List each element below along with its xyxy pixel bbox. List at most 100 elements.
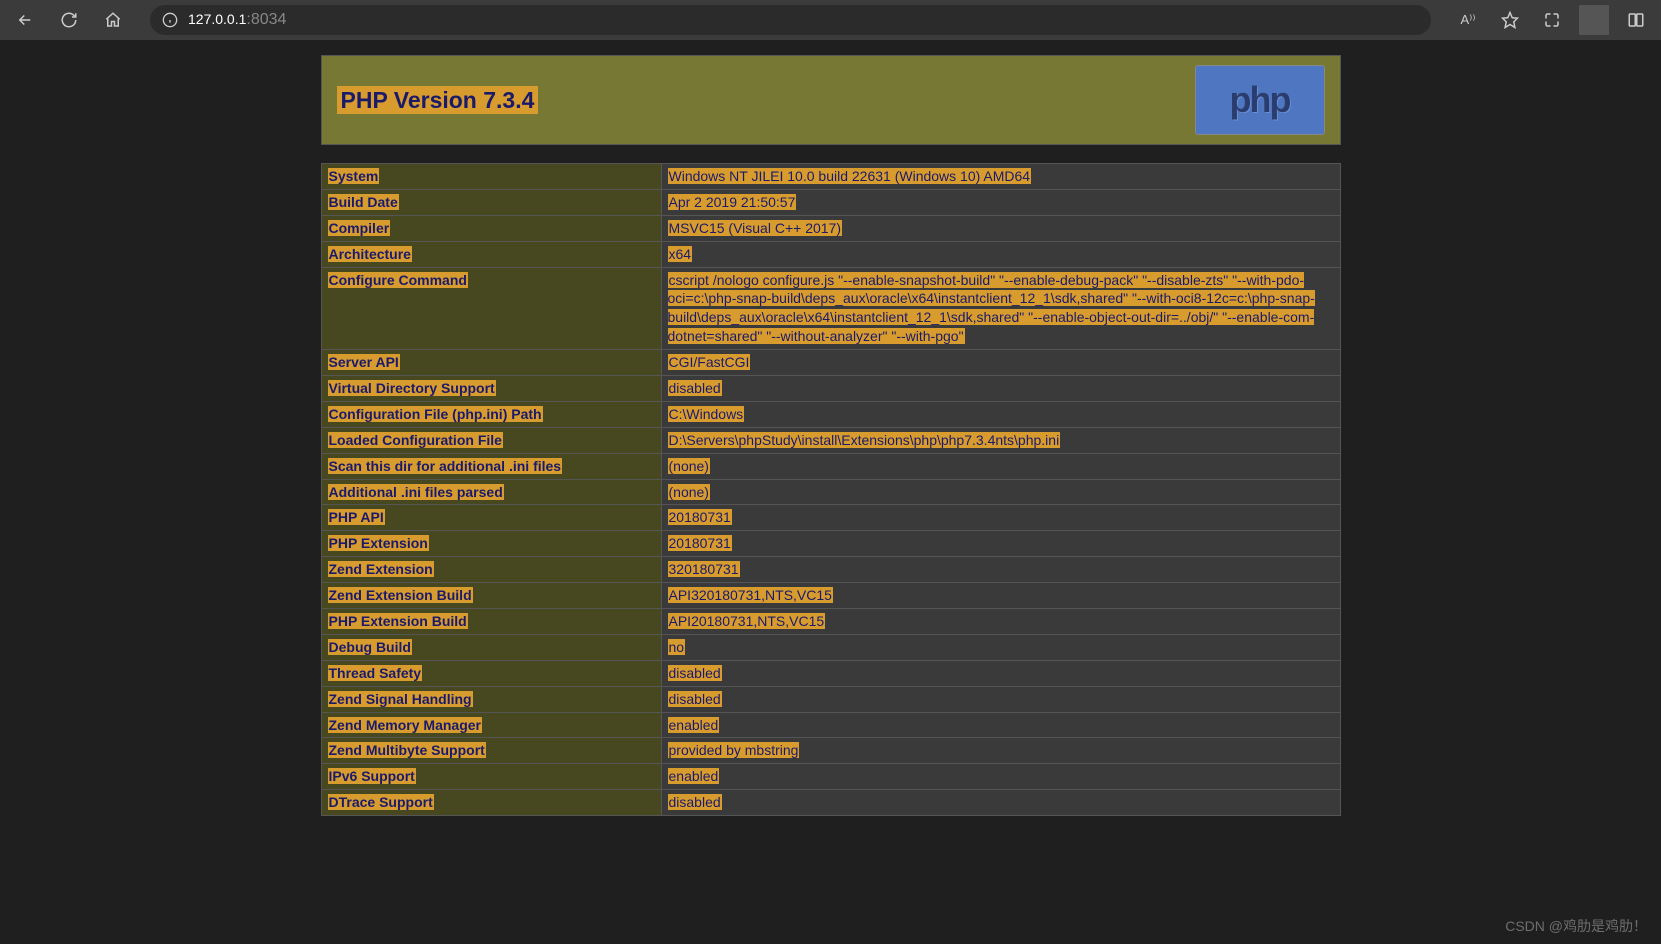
info-value: disabled [661,790,1340,816]
info-key-text: Scan this dir for additional .ini files [328,458,563,474]
favorite-button[interactable] [1495,5,1525,35]
info-value-text: C:\Windows [668,406,745,422]
table-row: Scan this dir for additional .ini files (… [321,453,1340,479]
info-key: Server API [321,350,661,376]
info-key: PHP API [321,505,661,531]
address-bar[interactable]: 127.0.0.1:8034 [150,5,1431,35]
table-row: Additional .ini files parsed (none) [321,479,1340,505]
info-key: Architecture [321,241,661,267]
table-row: Debug Build no [321,634,1340,660]
info-key-text: Debug Build [328,639,412,655]
php-logo-text: php [1230,79,1290,121]
table-row: Zend Multibyte Support provided by mbstri… [321,738,1340,764]
info-value: Windows NT JILEI 10.0 build 22631 (Windo… [661,164,1340,190]
info-value-text: MSVC15 (Visual C++ 2017) [668,220,843,236]
divider [1579,5,1609,35]
page-title: PHP Version 7.3.4 [337,86,539,114]
back-button[interactable] [10,5,40,35]
info-value: CGI/FastCGI [661,350,1340,376]
info-key-text: Configure Command [328,272,468,288]
info-key: Additional .ini files parsed [321,479,661,505]
info-value-text: D:\Servers\phpStudy\install\Extensions\p… [668,432,1061,448]
info-value-text: (none) [668,458,710,474]
info-key-text: DTrace Support [328,794,434,810]
info-key-text: PHP Extension Build [328,613,468,629]
info-key: Zend Signal Handling [321,686,661,712]
info-key-text: IPv6 Support [328,768,416,784]
read-aloud-button[interactable]: A⁾⁾ [1453,5,1483,35]
table-row: Zend Extension 320180731 [321,557,1340,583]
home-button[interactable] [98,5,128,35]
table-row: Build Date Apr 2 2019 21:50:57 [321,189,1340,215]
info-value: cscript /nologo configure.js "--enable-s… [661,267,1340,350]
php-logo[interactable]: php [1195,65,1325,135]
table-row: Configuration File (php.ini) Path C:\Wind… [321,401,1340,427]
info-key: IPv6 Support [321,764,661,790]
info-key: Loaded Configuration File [321,427,661,453]
info-value-text: cscript /nologo configure.js "--enable-s… [668,272,1315,345]
info-value: API20180731,NTS,VC15 [661,609,1340,635]
info-key-text: Zend Extension [328,561,434,577]
info-value: disabled [661,686,1340,712]
info-value: MSVC15 (Visual C++ 2017) [661,215,1340,241]
info-key-text: Zend Memory Manager [328,717,482,733]
info-value-text: API320180731,NTS,VC15 [668,587,833,603]
table-row: Configure Command cscript /nologo configu… [321,267,1340,350]
table-row: DTrace Support disabled [321,790,1340,816]
refresh-button[interactable] [54,5,84,35]
info-value: 320180731 [661,557,1340,583]
info-value: 20180731 [661,531,1340,557]
table-row: Zend Signal Handlingdisabled [321,686,1340,712]
url-port: :8034 [246,11,286,28]
phpinfo-table: System Windows NT JILEI 10.0 build 22631 … [321,163,1341,816]
info-value: no [661,634,1340,660]
table-row: PHP API20180731 [321,505,1340,531]
info-key: Zend Multibyte Support [321,738,661,764]
info-key-text: PHP API [328,509,385,525]
info-value-text: disabled [668,794,722,810]
info-key-text: Server API [328,354,400,370]
info-value: x64 [661,241,1340,267]
site-info-icon[interactable] [162,12,178,28]
table-row: Compiler MSVC15 (Visual C++ 2017) [321,215,1340,241]
info-key-text: Build Date [328,194,399,210]
info-key-text: Virtual Directory Support [328,380,496,396]
info-value: provided by mbstring [661,738,1340,764]
info-key: Compiler [321,215,661,241]
info-key-text: Zend Extension Build [328,587,473,603]
info-value-text: CGI/FastCGI [668,354,751,370]
info-key: Scan this dir for additional .ini files [321,453,661,479]
info-value-text: (none) [668,484,710,500]
info-value-text: 320180731 [668,561,740,577]
table-row: Loaded Configuration File D:\Servers\phpS… [321,427,1340,453]
info-key: PHP Extension Build [321,609,661,635]
info-value-text: Windows NT JILEI 10.0 build 22631 (Windo… [668,168,1032,184]
extensions-button[interactable] [1537,5,1567,35]
table-row: Server API CGI/FastCGI [321,350,1340,376]
info-key-text: Configuration File (php.ini) Path [328,406,543,422]
info-key: Zend Extension Build [321,583,661,609]
info-key: Virtual Directory Support [321,376,661,402]
info-value-text: Apr 2 2019 21:50:57 [668,194,797,210]
browser-toolbar: 127.0.0.1:8034 A⁾⁾ [0,0,1661,40]
info-key: Thread Safety [321,660,661,686]
info-key-text: Thread Safety [328,665,423,681]
phpinfo-content: PHP Version 7.3.4 php System Windows NT J… [321,55,1341,944]
url-text: 127.0.0.1:8034 [188,11,286,29]
info-value: disabled [661,660,1340,686]
info-key: System [321,164,661,190]
info-key: Zend Extension [321,557,661,583]
info-key-text: Loaded Configuration File [328,432,503,448]
info-value-text: enabled [668,717,720,733]
info-key: Configuration File (php.ini) Path [321,401,661,427]
info-value: enabled [661,712,1340,738]
info-key-text: Compiler [328,220,391,236]
url-host: 127.0.0.1 [188,11,246,27]
info-value-text: x64 [668,246,693,262]
split-screen-button[interactable] [1621,5,1651,35]
info-value-text: provided by mbstring [668,742,800,758]
info-value-text: 20180731 [668,535,732,551]
page-viewport[interactable]: PHP Version 7.3.4 php System Windows NT J… [0,40,1661,944]
info-key-text: Zend Multibyte Support [328,742,486,758]
table-row: Virtual Directory Supportdisabled [321,376,1340,402]
